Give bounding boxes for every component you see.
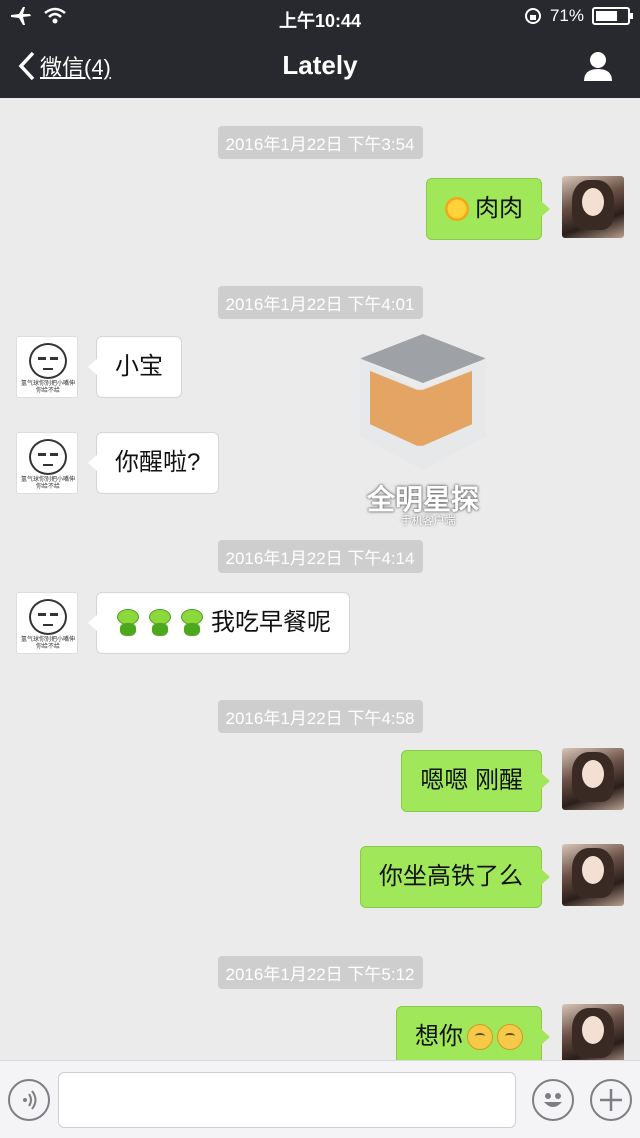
nav-bar: 微信(4) Lately — [0, 34, 640, 98]
contact-avatar[interactable]: 氢气球你别把小嘴伸你给不给 — [16, 432, 78, 494]
message-bubble-received[interactable]: 小宝 — [88, 336, 182, 398]
status-right: 71% — [524, 6, 633, 26]
message-bubble-received[interactable]: 你醒啦? — [87, 432, 220, 494]
message-text: 你醒啦? — [115, 449, 201, 476]
message-text: 想你 — [415, 1023, 463, 1050]
my-avatar[interactable] — [562, 176, 624, 238]
contact-avatar[interactable]: 氢气球你别把小嘴伸你给不给 — [16, 592, 78, 654]
message-text: 小宝 — [115, 353, 163, 380]
message-text: 肉肉 — [475, 195, 523, 222]
timestamp: 2016年1月22日 下午4:01 — [0, 286, 640, 319]
timestamp: 2016年1月22日 下午3:54 — [0, 126, 640, 159]
avatar-caption: 氢气球你别把小嘴伸你给不给 — [20, 637, 75, 650]
message-text: 嗯嗯 刚醒 — [420, 767, 523, 794]
lock-rotation-icon — [524, 8, 541, 24]
watermark-logo: 全明星探 手机客户端 — [358, 334, 488, 527]
timestamp: 2016年1月22日 下午4:58 — [0, 700, 640, 733]
plus-button[interactable] — [590, 1079, 632, 1121]
message-bubble-sent[interactable]: 嗯嗯 刚醒 — [401, 750, 550, 812]
chat-area[interactable]: 2016年1月22日 下午3:54 肉肉 2016年1月22日 下午4:01 氢… — [0, 98, 640, 1060]
status-bar: 上午10:44 71% — [0, 0, 640, 34]
my-avatar[interactable] — [562, 1004, 624, 1060]
my-avatar[interactable] — [562, 748, 624, 810]
my-avatar[interactable] — [562, 844, 624, 906]
message-bubble-sent[interactable]: 想你 — [396, 1006, 550, 1060]
plus-icon — [600, 1089, 622, 1111]
input-bar — [0, 1060, 640, 1138]
message-text: 你坐高铁了么 — [379, 863, 523, 890]
chat-title: Lately — [282, 50, 358, 80]
contact-avatar[interactable]: 氢气球你别把小嘴伸你给不给 — [16, 336, 78, 398]
voice-button[interactable] — [8, 1079, 50, 1121]
frog-emoji — [179, 609, 205, 637]
battery-percent: 71% — [549, 6, 584, 25]
message-text: 我吃早餐呢 — [211, 609, 331, 636]
avatar-caption: 氢气球你别把小嘴伸你给不给 — [20, 381, 75, 394]
watermark-subtext: 手机客户端 — [400, 515, 456, 527]
sun-emoji — [445, 197, 469, 221]
face-emoji — [467, 1024, 493, 1050]
message-bubble-sent[interactable]: 你坐高铁了么 — [360, 846, 550, 908]
timestamp: 2016年1月22日 下午5:12 — [0, 956, 640, 989]
battery-fill — [596, 11, 618, 21]
frog-emoji — [115, 609, 141, 637]
frog-emoji — [147, 609, 173, 637]
message-bubble-sent[interactable]: 肉肉 — [426, 178, 550, 240]
battery-icon — [592, 7, 633, 25]
message-bubble-received[interactable]: 我吃早餐呢 — [88, 592, 350, 654]
emoji-icon — [544, 1093, 562, 1107]
face-emoji — [497, 1024, 523, 1050]
person-icon[interactable] — [582, 50, 614, 82]
message-input[interactable] — [58, 1072, 516, 1128]
timestamp: 2016年1月22日 下午4:14 — [0, 540, 640, 573]
avatar-caption: 氢气球你别把小嘴伸你给不给 — [20, 477, 75, 490]
emoji-button[interactable] — [532, 1079, 574, 1121]
voice-icon — [23, 1090, 37, 1110]
